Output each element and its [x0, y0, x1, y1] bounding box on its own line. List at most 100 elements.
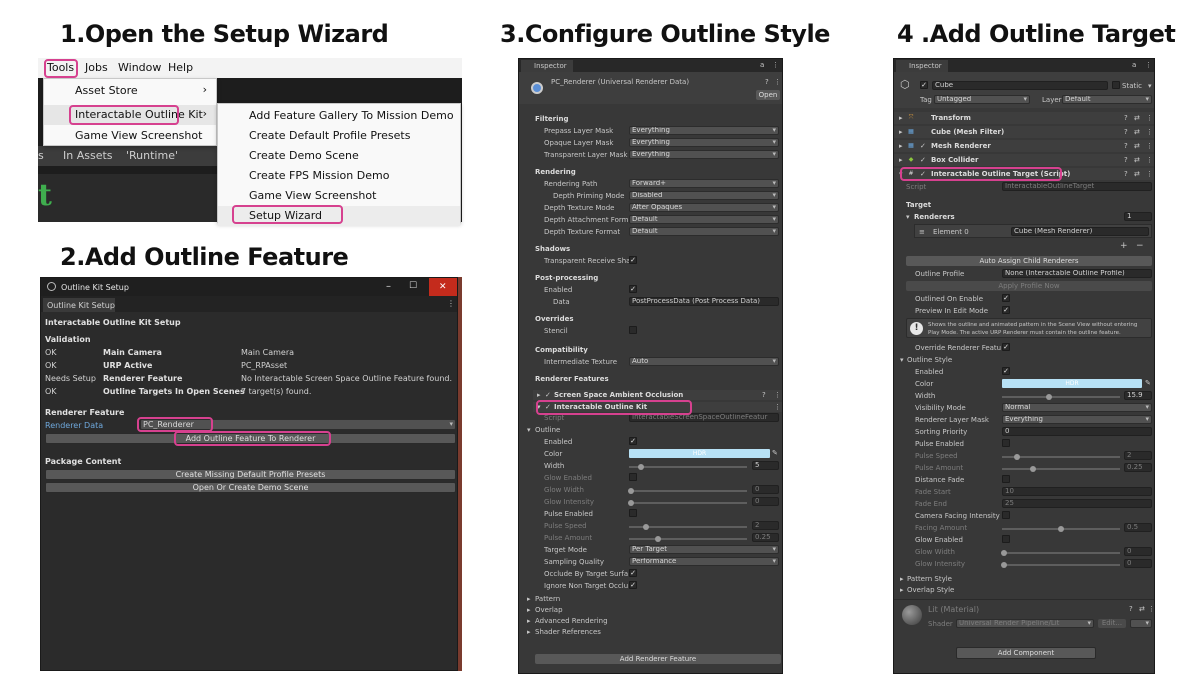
tab-inspector[interactable]: Inspector — [896, 60, 948, 72]
outline-kit-check[interactable]: ✓ — [545, 403, 551, 411]
apply-profile-button[interactable]: Apply Profile Now — [906, 281, 1152, 291]
intermediate-texture-dropdown[interactable]: Auto — [629, 357, 779, 366]
style-pulse-amount-field[interactable]: 0.25 — [1124, 463, 1152, 472]
outline-color-swatch[interactable]: HDR — [629, 449, 770, 458]
sorting-priority-field[interactable]: 0 — [1002, 427, 1152, 436]
style-pulse-speed-field[interactable]: 2 — [1124, 451, 1152, 460]
transparent-dropdown[interactable]: Everything — [629, 150, 779, 159]
opaque-dropdown[interactable]: Everything — [629, 138, 779, 147]
close-button[interactable]: ✕ — [429, 278, 457, 296]
tag-dropdown[interactable]: Untagged — [934, 95, 1030, 104]
style-glow-intensity-field[interactable]: 0 — [1124, 559, 1152, 568]
component-row-box-collider[interactable]: ▸ ◆ ✓ Box Collider ? ⇄ ⋮ — [894, 154, 1154, 166]
pulse-amount-slider-handle[interactable] — [655, 536, 661, 542]
search-in-runtime[interactable]: 'Runtime' — [126, 149, 178, 162]
list-add-icon[interactable]: + — [1120, 241, 1128, 251]
component-row-outline-target[interactable]: ▾ # ✓ Interactable Outline Target (Scrip… — [894, 168, 1154, 180]
pulse-amount-slider[interactable] — [629, 538, 747, 540]
pp-enabled-checkbox[interactable]: ✓ — [629, 285, 637, 293]
style-width-slider[interactable] — [1002, 396, 1120, 398]
fade-start-field[interactable]: 10 — [1002, 487, 1152, 496]
glow-width-slider-handle[interactable] — [628, 488, 634, 494]
settings-icon[interactable]: ⋮ — [774, 78, 781, 86]
style-glow-width-slider[interactable] — [1002, 552, 1120, 554]
outline-width-slider[interactable] — [629, 466, 747, 468]
outlined-on-enable-checkbox[interactable]: ✓ — [1002, 294, 1010, 302]
pulse-amount-field[interactable]: 0.25 — [752, 533, 779, 542]
overlap-style-foldout[interactable]: Overlap Style — [907, 586, 954, 594]
menu-icon[interactable]: ⋮ — [1146, 156, 1153, 164]
pulse-speed-field[interactable]: 2 — [752, 521, 779, 530]
help-icon[interactable]: ? — [1124, 170, 1128, 178]
renderer-layer-mask-dropdown[interactable]: Everything — [1002, 415, 1152, 424]
fade-end-field[interactable]: 25 — [1002, 499, 1152, 508]
preset-icon[interactable]: ⇄ — [1134, 114, 1140, 122]
glow-intensity-slider[interactable] — [629, 502, 747, 504]
pattern-foldout[interactable]: Pattern — [535, 595, 560, 603]
component-enabled-check[interactable]: ✓ — [920, 142, 926, 150]
depth-texture-format-dropdown[interactable]: Default — [629, 227, 779, 236]
renderers-count-field[interactable]: 1 — [1124, 212, 1152, 221]
renderer-data-field[interactable]: PC_Renderer — [140, 419, 456, 430]
ssao-check[interactable]: ✓ — [545, 391, 551, 399]
distance-fade-checkbox[interactable] — [1002, 475, 1010, 483]
outline-kit-feature-row[interactable]: ▾ ✓ Interactable Outline Kit ⋮ — [533, 402, 782, 412]
glow-width-slider[interactable] — [629, 490, 747, 492]
add-renderer-feature-button[interactable]: Add Renderer Feature — [535, 654, 781, 664]
menu-icon[interactable]: ⋮ — [1146, 128, 1153, 136]
glow-intensity-slider-handle[interactable] — [628, 500, 634, 506]
shader-edit-button[interactable]: Edit... — [1098, 619, 1126, 628]
component-row-transform[interactable]: ▸ ⤧ Transform ? ⇄ ⋮ — [894, 112, 1154, 124]
rendering-path-dropdown[interactable]: Forward+ — [629, 179, 779, 188]
preset-icon[interactable]: ⇄ — [1134, 170, 1140, 178]
advanced-rendering-foldout[interactable]: Advanced Rendering — [535, 617, 608, 625]
style-glow-enabled-checkbox[interactable] — [1002, 535, 1010, 543]
eyedropper-icon[interactable]: ✎ — [1145, 379, 1151, 387]
style-glow-width-slider-handle[interactable] — [1001, 550, 1007, 556]
outline-enabled-checkbox[interactable]: ✓ — [629, 437, 637, 445]
visibility-mode-dropdown[interactable]: Normal — [1002, 403, 1152, 412]
lock-icon[interactable]: a — [1132, 61, 1136, 69]
preview-edit-mode-checkbox[interactable]: ✓ — [1002, 306, 1010, 314]
occlude-checkbox[interactable]: ✓ — [629, 569, 637, 577]
shader-dropdown[interactable]: Universal Render Pipeline/Lit — [956, 619, 1094, 628]
help-icon[interactable]: ? — [1124, 156, 1128, 164]
prepass-dropdown[interactable]: Everything — [629, 126, 779, 135]
menu-icon[interactable]: ⋮ — [774, 403, 781, 411]
pulse-enabled-checkbox[interactable] — [629, 509, 637, 517]
menu-icon[interactable]: ⋮ — [774, 391, 781, 399]
ssao-feature-row[interactable]: ▸ ✓ Screen Space Ambient Occlusion ? ⋮ — [533, 390, 782, 400]
camera-facing-checkbox[interactable] — [1002, 511, 1010, 519]
search-in-assets[interactable]: In Assets — [63, 149, 113, 162]
style-pulse-amount-slider[interactable] — [1002, 468, 1120, 470]
submenu-setup-wizard[interactable]: Setup Wizard — [218, 206, 460, 226]
style-width-slider-handle[interactable] — [1046, 394, 1053, 400]
add-component-button[interactable]: Add Component — [956, 647, 1096, 659]
component-enabled-check[interactable]: ✓ — [920, 170, 926, 178]
preset-icon[interactable]: ⇄ — [1134, 128, 1140, 136]
static-checkbox[interactable] — [1112, 81, 1120, 89]
outline-style-foldout[interactable]: Outline Style — [907, 356, 952, 364]
menu-item-interactable-outline-kit[interactable]: Interactable Outline Kit › — [44, 105, 216, 125]
preset-icon[interactable]: ⇄ — [1134, 142, 1140, 150]
style-enabled-checkbox[interactable]: ✓ — [1002, 367, 1010, 375]
help-icon[interactable]: ? — [1124, 128, 1128, 136]
target-mode-dropdown[interactable]: Per Target — [629, 545, 779, 554]
facing-amount-slider-handle[interactable] — [1058, 526, 1064, 532]
style-glow-intensity-slider-handle[interactable] — [1001, 562, 1007, 568]
style-pulse-enabled-checkbox[interactable] — [1002, 439, 1010, 447]
submenu-game-view-screenshot[interactable]: Game View Screenshot — [218, 186, 460, 206]
auto-assign-button[interactable]: Auto Assign Child Renderers — [906, 256, 1152, 266]
outline-foldout[interactable]: Outline — [535, 426, 560, 434]
ignore-occluders-checkbox[interactable]: ✓ — [629, 581, 637, 589]
menu-icon[interactable]: ⋮ — [1148, 605, 1155, 613]
depth-attachment-dropdown[interactable]: Default — [629, 215, 779, 224]
tab-inspector[interactable]: Inspector — [521, 60, 573, 72]
create-missing-presets-button[interactable]: Create Missing Default Profile Presets — [45, 469, 456, 480]
style-glow-intensity-slider[interactable] — [1002, 564, 1120, 566]
glow-width-field[interactable]: 0 — [752, 485, 779, 494]
menu-icon[interactable]: ⋮ — [1145, 61, 1152, 69]
layer-dropdown[interactable]: Default — [1062, 95, 1152, 104]
pp-data-field[interactable]: PostProcessData (Post Process Data) — [629, 297, 779, 306]
outline-width-slider-handle[interactable] — [637, 464, 644, 470]
